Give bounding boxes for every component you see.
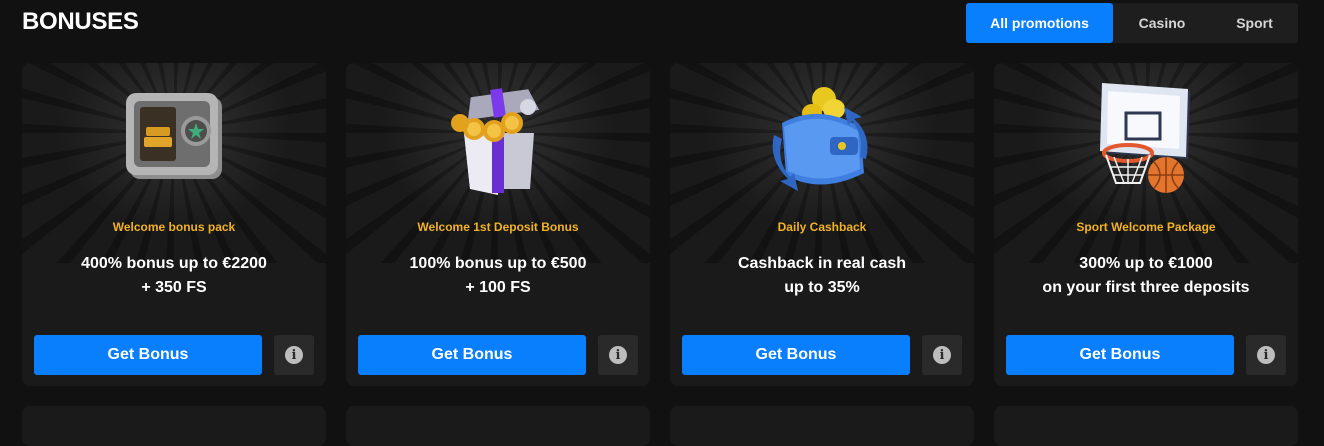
info-button[interactable]: i: [1246, 335, 1286, 375]
get-bonus-button[interactable]: Get Bonus: [682, 335, 910, 375]
info-button[interactable]: i: [274, 335, 314, 375]
bonus-card-partial: [994, 406, 1298, 446]
info-button[interactable]: i: [922, 335, 962, 375]
card-title-line: Cashback in real cash: [737, 255, 907, 272]
info-icon: i: [933, 346, 951, 364]
tab-all-promotions[interactable]: All promotions: [966, 3, 1113, 43]
card-title-line: 300% up to €1000: [1079, 255, 1213, 272]
page-title: BONUSES: [22, 8, 139, 35]
info-icon: i: [1257, 346, 1275, 364]
bonus-card: Sport Welcome Package 300% up to €1000 o…: [994, 63, 1298, 386]
bonus-card: Welcome 1st Deposit Bonus 100% bonus up …: [346, 63, 650, 386]
card-title: 300% up to €1000 on your first three dep…: [1014, 252, 1278, 300]
card-tag: Welcome 1st Deposit Bonus: [417, 220, 579, 234]
card-title: 400% bonus up to €2200 + 350 FS: [42, 252, 306, 300]
card-title: 100% bonus up to €500 + 100 FS: [366, 252, 630, 300]
card-title-line: + 100 FS: [465, 279, 531, 296]
info-icon: i: [609, 346, 627, 364]
card-title-line: up to 35%: [784, 279, 860, 296]
card-tag: Daily Cashback: [777, 220, 867, 234]
card-title-line: + 350 FS: [141, 279, 207, 296]
get-bonus-button[interactable]: Get Bonus: [34, 335, 262, 375]
card-title-line: 100% bonus up to €500: [409, 255, 587, 272]
card-tag: Sport Welcome Package: [1076, 220, 1216, 234]
bonus-card-partial: [346, 406, 650, 446]
card-title-line: 400% bonus up to €2200: [81, 255, 267, 272]
bonus-card: Welcome bonus pack 400% bonus up to €220…: [22, 63, 326, 386]
get-bonus-button[interactable]: Get Bonus: [358, 335, 586, 375]
bonus-card: Daily Cashback Cashback in real cash up …: [670, 63, 974, 386]
bonus-card-partial: [22, 406, 326, 446]
promotion-tabs: All promotions Casino Sport: [966, 3, 1298, 43]
tab-sport[interactable]: Sport: [1211, 3, 1298, 43]
info-button[interactable]: i: [598, 335, 638, 375]
tab-casino[interactable]: Casino: [1113, 3, 1211, 43]
bonus-card-partial: [670, 406, 974, 446]
card-tag: Welcome bonus pack: [112, 220, 236, 234]
get-bonus-button[interactable]: Get Bonus: [1006, 335, 1234, 375]
info-icon: i: [285, 346, 303, 364]
card-title: Cashback in real cash up to 35%: [690, 252, 954, 300]
card-title-line: on your first three deposits: [1042, 279, 1250, 296]
